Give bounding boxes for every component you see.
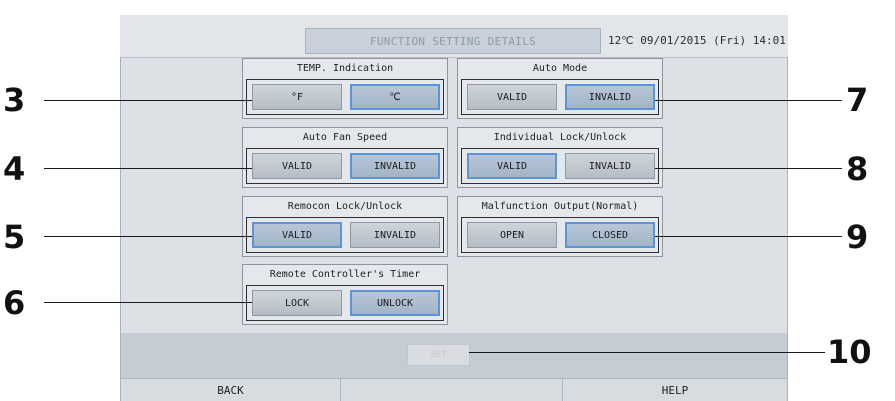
footer-empty-slot [341, 379, 563, 401]
malfunction-output-options: OPEN CLOSED [461, 217, 659, 253]
temp-indication-options: °F ℃ [246, 79, 444, 115]
malfunction-output-group: Malfunction Output(Normal) OPEN CLOSED [457, 196, 663, 257]
celsius-button[interactable]: ℃ [350, 84, 440, 110]
callout-3: 3 [3, 81, 26, 119]
auto-fan-speed-valid-button[interactable]: VALID [252, 153, 342, 179]
timer-unlock-button[interactable]: UNLOCK [350, 290, 440, 316]
remocon-lock-valid-button[interactable]: VALID [252, 222, 342, 248]
temp-indication-label: TEMP. Indication [296, 63, 394, 74]
callout-5: 5 [3, 218, 26, 256]
callout-6: 6 [3, 284, 26, 322]
auto-fan-speed-group: Auto Fan Speed VALID INVALID [242, 127, 448, 188]
callout-8: 8 [846, 150, 869, 188]
remocon-lock-label: Remocon Lock/Unlock [287, 201, 403, 212]
auto-fan-speed-options: VALID INVALID [246, 148, 444, 184]
individual-lock-invalid-button[interactable]: INVALID [565, 153, 655, 179]
remocon-lock-invalid-button[interactable]: INVALID [350, 222, 440, 248]
page-title: FUNCTION SETTING DETAILS [305, 28, 601, 54]
auto-fan-speed-label: Auto Fan Speed [302, 132, 388, 143]
callout-7-line [655, 100, 842, 101]
remocon-lock-group: Remocon Lock/Unlock VALID INVALID [242, 196, 448, 257]
callout-3-line [44, 100, 252, 101]
callout-4: 4 [3, 150, 26, 188]
individual-lock-options: VALID INVALID [461, 148, 659, 184]
callout-7: 7 [846, 81, 869, 119]
timer-lock-button[interactable]: LOCK [252, 290, 342, 316]
back-button[interactable]: BACK [121, 379, 341, 401]
remote-timer-group: Remote Controller's Timer LOCK UNLOCK [242, 264, 448, 325]
malfunction-open-button[interactable]: OPEN [467, 222, 557, 248]
footer-bar: BACK HELP [121, 378, 787, 401]
callout-10: 10 [827, 333, 872, 371]
remote-timer-options: LOCK UNLOCK [246, 285, 444, 321]
remocon-lock-options: VALID INVALID [246, 217, 444, 253]
malfunction-output-label: Malfunction Output(Normal) [481, 201, 639, 212]
temp-indication-group: TEMP. Indication °F ℃ [242, 58, 448, 119]
malfunction-closed-button[interactable]: CLOSED [565, 222, 655, 248]
auto-mode-valid-button[interactable]: VALID [467, 84, 557, 110]
callout-9: 9 [846, 218, 869, 256]
set-button[interactable]: SET [407, 344, 470, 366]
help-button[interactable]: HELP [563, 379, 787, 401]
callout-9-line [655, 236, 842, 237]
individual-lock-label: Individual Lock/Unlock [493, 132, 627, 143]
callout-5-line [44, 236, 252, 237]
auto-mode-options: VALID INVALID [461, 79, 659, 115]
fahrenheit-button[interactable]: °F [252, 84, 342, 110]
individual-lock-valid-button[interactable]: VALID [467, 153, 557, 179]
auto-mode-invalid-button[interactable]: INVALID [565, 84, 655, 110]
callout-4-line [44, 168, 252, 169]
auto-mode-group: Auto Mode VALID INVALID [457, 58, 663, 119]
callout-10-line [469, 352, 825, 353]
callout-8-line [655, 168, 842, 169]
auto-fan-speed-invalid-button[interactable]: INVALID [350, 153, 440, 179]
auto-mode-label: Auto Mode [532, 63, 588, 74]
callout-6-line [44, 302, 252, 303]
remote-timer-label: Remote Controller's Timer [269, 269, 421, 280]
status-readout: 12℃ 09/01/2015 (Fri) 14:01 [608, 34, 786, 47]
individual-lock-group: Individual Lock/Unlock VALID INVALID [457, 127, 663, 188]
